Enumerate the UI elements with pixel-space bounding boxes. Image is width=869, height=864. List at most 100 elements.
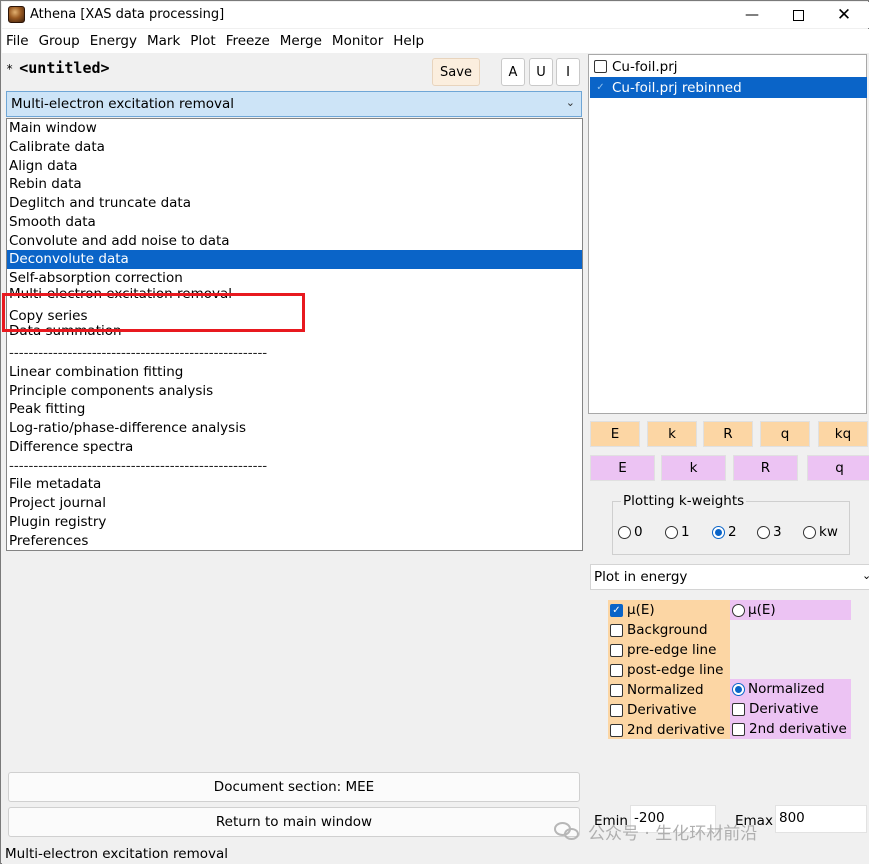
plot-current-r-button[interactable]: R — [703, 421, 753, 447]
invert-button[interactable]: I — [556, 58, 580, 86]
single-normalized-checkbox[interactable]: Normalized — [610, 680, 704, 700]
single-option-label: Normalized — [627, 682, 704, 698]
plot-marked-e-button[interactable]: E — [590, 455, 655, 481]
radio-icon — [803, 525, 816, 539]
group-list-item[interactable]: ✓ Cu-foil.prj rebinned — [590, 77, 867, 98]
status-bar: Multi-electron excitation removal — [2, 844, 588, 864]
athena-window: Athena [XAS data processing] — ✕ File Gro… — [0, 0, 869, 864]
dropdown-item-rebin-data[interactable]: Rebin data — [7, 175, 582, 194]
dropdown-item-difference-spectra[interactable]: Difference spectra — [7, 438, 582, 457]
radio-icon — [757, 525, 770, 539]
single-option-label: Background — [627, 622, 708, 638]
radio-icon — [732, 603, 745, 617]
checkbox-icon — [610, 643, 623, 657]
group-list-item[interactable]: Cu-foil.prj — [590, 56, 867, 77]
kweight-radio-0[interactable]: 0 — [618, 524, 643, 540]
radio-selected-icon — [732, 682, 745, 696]
dropdown-item-smooth-data[interactable]: Smooth data — [7, 213, 582, 232]
menu-energy[interactable]: Energy — [85, 29, 142, 53]
kweight-radio-1[interactable]: 1 — [665, 524, 690, 540]
menu-plot[interactable]: Plot — [185, 29, 220, 53]
athena-app-icon — [8, 6, 25, 23]
single-pre-edge-line-checkbox[interactable]: pre-edge line — [610, 640, 716, 660]
kweight-radio-2[interactable]: 2 — [712, 524, 737, 540]
watermark: 公众号 · 生化环材前沿 — [554, 817, 854, 845]
dropdown-item-deconvolute-data[interactable]: Deconvolute data — [7, 250, 582, 269]
radio-icon — [665, 525, 678, 539]
marked-normalized-radio[interactable]: Normalized — [732, 679, 825, 699]
status-text: Multi-electron excitation removal — [5, 846, 229, 862]
single-option-label: pre-edge line — [627, 642, 717, 658]
title-bar: Athena [XAS data processing] — ✕ — [2, 2, 869, 28]
single-derivative-checkbox[interactable]: Derivative — [610, 700, 697, 720]
chevron-down-icon: ⌄ — [565, 96, 575, 109]
menu-monitor[interactable]: Monitor — [327, 29, 388, 53]
marked-derivative-label: Derivative — [749, 701, 819, 717]
close-button[interactable]: ✕ — [821, 2, 867, 28]
tool-dropdown-list: Main window Calibrate data Align data Rebin… — [6, 118, 583, 551]
kweight-label: kw — [819, 524, 838, 540]
plot-marked-k-button[interactable]: k — [661, 455, 726, 481]
single-2nd-derivative-checkbox[interactable]: 2nd derivative — [610, 720, 725, 740]
checkbox-icon[interactable] — [594, 60, 607, 73]
tool-selector[interactable]: Multi-electron excitation removal ⌄ — [6, 91, 582, 117]
dropdown-item-calibrate-data[interactable]: Calibrate data — [7, 138, 582, 157]
plot-current-e-button[interactable]: E — [590, 421, 640, 447]
dropdown-item-log-ratio-phase-difference-analysis[interactable]: Log-ratio/phase-difference analysis — [7, 419, 582, 438]
menu-freeze[interactable]: Freeze — [221, 29, 275, 53]
kweight-legend: Plotting k-weights — [621, 493, 747, 509]
tool-selector-value: Multi-electron excitation removal — [11, 96, 235, 112]
dropdown-item-deglitch-and-truncate-data[interactable]: Deglitch and truncate data — [7, 194, 582, 213]
dropdown-item-convolute-and-add-noise-to-data[interactable]: Convolute and add noise to data — [7, 232, 582, 251]
marked-2nd-derivative-checkbox[interactable]: 2nd derivative — [732, 719, 847, 739]
plot-space-selector[interactable]: Plot in energy ⌄ — [590, 564, 869, 590]
dropdown-item-align-data[interactable]: Align data — [7, 157, 582, 176]
group-label: Cu-foil.prj rebinned — [612, 79, 742, 96]
dropdown-item-self-absorption-correction[interactable]: Self-absorption correction — [7, 269, 582, 288]
single--e--checkbox[interactable]: ✓ μ(E) — [610, 600, 655, 620]
checkbox-icon — [732, 722, 745, 736]
marked-normalized-label: Normalized — [748, 681, 825, 697]
menu-group[interactable]: Group — [34, 29, 85, 53]
return-to-main-button[interactable]: Return to main window — [8, 807, 580, 837]
plot-current-q-button[interactable]: q — [760, 421, 810, 447]
menu-help[interactable]: Help — [388, 29, 429, 53]
radio-icon — [618, 525, 631, 539]
plot-current-k-button[interactable]: k — [647, 421, 697, 447]
minimize-button[interactable]: — — [729, 2, 775, 28]
dropdown-item-peak-fitting[interactable]: Peak fitting — [7, 400, 582, 419]
plot-marked-r-button[interactable]: R — [733, 455, 798, 481]
save-button[interactable]: Save — [432, 58, 480, 86]
dropdown-item-file-metadata[interactable]: File metadata — [7, 475, 582, 494]
marked-2nd-derivative-label: 2nd derivative — [749, 721, 847, 737]
radio-icon — [712, 525, 725, 539]
maximize-button[interactable] — [775, 2, 821, 28]
dropdown-item-main-window[interactable]: Main window — [7, 119, 582, 138]
single-post-edge-line-checkbox[interactable]: post-edge line — [610, 660, 723, 680]
unmark-button[interactable]: U — [529, 58, 553, 86]
plot-current-kq-button[interactable]: kq — [818, 421, 868, 447]
plot-marked-q-button[interactable]: q — [807, 455, 869, 481]
menu-mark[interactable]: Mark — [142, 29, 185, 53]
marked-mu-radio[interactable]: μ(E) — [732, 600, 776, 620]
single-option-label: Derivative — [627, 702, 697, 718]
main-panel: * <untitled> Save A U I Multi-electron ex… — [2, 53, 585, 864]
dropdown-item-project-journal[interactable]: Project journal — [7, 494, 582, 513]
checkbox-icon[interactable]: ✓ — [594, 81, 607, 94]
dropdown-item-principle-components-analysis[interactable]: Principle components analysis — [7, 382, 582, 401]
dropdown-item-preferences[interactable]: Preferences — [7, 532, 582, 551]
menu-file[interactable]: File — [2, 29, 34, 53]
dropdown-separator: ----------------------------------------… — [9, 457, 268, 474]
kweight-radio-3[interactable]: 3 — [757, 524, 782, 540]
menu-merge[interactable]: Merge — [275, 29, 327, 53]
marked-derivative-checkbox[interactable]: Derivative — [732, 699, 819, 719]
all-button[interactable]: A — [501, 58, 525, 86]
checkbox-icon — [610, 663, 623, 677]
single-option-label: post-edge line — [627, 662, 724, 678]
single-background-checkbox[interactable]: Background — [610, 620, 708, 640]
dropdown-item-plugin-registry[interactable]: Plugin registry — [7, 513, 582, 532]
dropdown-item-linear-combination-fitting[interactable]: Linear combination fitting — [7, 363, 582, 382]
document-section-button[interactable]: Document section: MEE — [8, 772, 580, 802]
group-label: Cu-foil.prj — [612, 58, 678, 75]
kweight-radio-kw[interactable]: kw — [803, 524, 838, 540]
